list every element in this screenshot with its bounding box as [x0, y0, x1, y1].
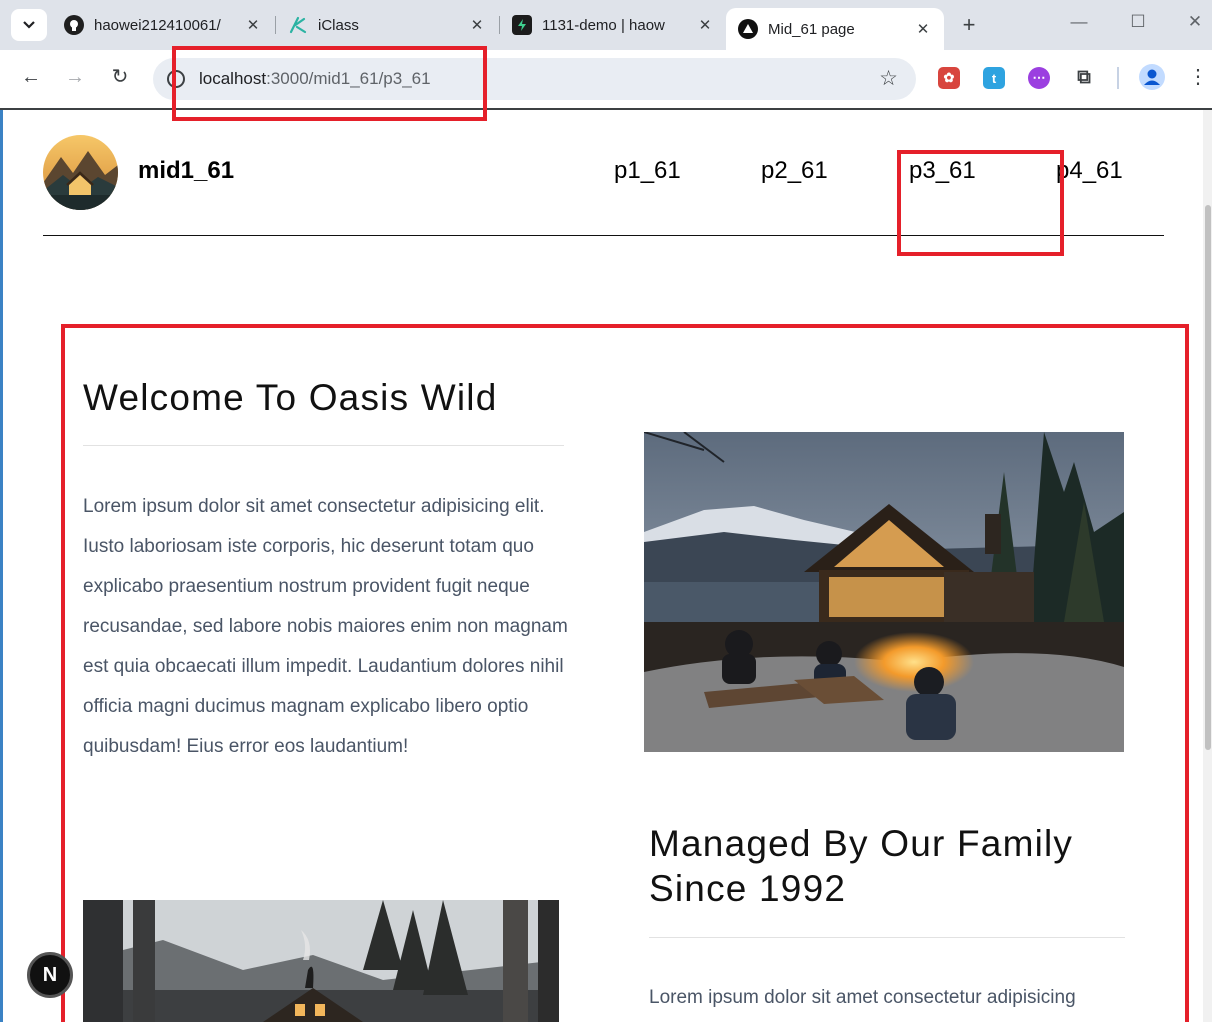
nav-link-p3[interactable]: p3_61: [909, 157, 976, 185]
tab-label: Mid_61 page: [768, 20, 855, 38]
tab-iclass[interactable]: iClass ✕: [276, 8, 498, 42]
forest-cabin-photo: [83, 900, 559, 1022]
heading-divider: [83, 445, 564, 446]
welcome-heading: Welcome To Oasis Wild: [83, 377, 498, 418]
close-icon[interactable]: ✕: [696, 16, 714, 34]
maximize-icon[interactable]: ☐: [1124, 12, 1152, 32]
chevron-down-icon: [23, 21, 35, 29]
tab-mid61-active[interactable]: Mid_61 page ✕: [726, 8, 944, 50]
cabin-campfire-image: [644, 432, 1124, 752]
window-close-icon[interactable]: ✕: [1181, 12, 1209, 32]
close-icon[interactable]: ✕: [468, 16, 486, 34]
chat-extension-icon[interactable]: ⋯: [1028, 67, 1050, 89]
t-extension-icon[interactable]: t: [983, 67, 1005, 89]
nextjs-dev-badge[interactable]: N: [27, 952, 73, 998]
supabase-icon: [512, 15, 532, 35]
address-bar[interactable]: localhost:3000/mid1_61/p3_61 ☆: [153, 58, 916, 100]
close-icon[interactable]: ✕: [914, 20, 932, 38]
site-logo[interactable]: [43, 135, 118, 210]
forest-cabin-image: [83, 900, 559, 1022]
reload-icon[interactable]: ↻: [105, 62, 135, 92]
mountain-cabin-logo-icon: [43, 135, 118, 210]
tab-label: iClass: [318, 16, 359, 34]
github-icon: [64, 15, 84, 35]
nav-link-p1[interactable]: p1_61: [614, 157, 681, 185]
managed-paragraph: Lorem ipsum dolor sit amet consectetur a…: [649, 987, 1076, 1008]
nextjs-triangle-icon: [738, 19, 758, 39]
back-arrow-icon[interactable]: ←: [16, 62, 46, 92]
scrollbar-thumb[interactable]: [1205, 205, 1211, 750]
tab-label: 1131-demo | haow: [542, 16, 665, 34]
managed-heading-line2: Since 1992: [649, 868, 847, 909]
nav-link-p4[interactable]: p4_61: [1056, 157, 1123, 185]
tab-github[interactable]: haowei212410061/ ✕: [52, 8, 274, 42]
new-tab-plus-icon[interactable]: +: [956, 12, 982, 38]
page-viewport: mid1_61 p1_61 p2_61 p3_61 p4_61 Welcome …: [3, 110, 1203, 1022]
tab-label: haowei212410061/: [94, 16, 221, 34]
site-brand[interactable]: mid1_61: [138, 157, 234, 185]
managed-heading-line1: Managed By Our Family: [649, 823, 1074, 864]
bookmark-star-icon[interactable]: ☆: [879, 66, 898, 91]
welcome-paragraph: Lorem ipsum dolor sit amet consectetur a…: [83, 496, 568, 757]
toolbar-divider: [1117, 67, 1119, 89]
close-icon[interactable]: ✕: [244, 16, 262, 34]
minimize-icon[interactable]: —: [1065, 12, 1093, 32]
extensions-puzzle-icon[interactable]: ⧉: [1073, 67, 1095, 89]
tab-strip: haowei212410061/ ✕ iClass ✕ 1131-demo | …: [0, 0, 1212, 50]
nav-link-p2[interactable]: p2_61: [761, 157, 828, 185]
browser-menu-icon[interactable]: ⋮: [1188, 64, 1208, 89]
puzzle-extension-red-icon[interactable]: ✿: [938, 67, 960, 89]
iclass-icon: [288, 15, 308, 35]
address-url[interactable]: localhost:3000/mid1_61/p3_61: [199, 69, 431, 89]
profile-avatar-icon[interactable]: [1139, 64, 1165, 90]
forward-arrow-icon[interactable]: →: [60, 62, 90, 92]
tab-search-button[interactable]: [11, 9, 47, 41]
site-info-icon[interactable]: [167, 70, 185, 88]
cabin-campfire-photo: [644, 432, 1124, 752]
tab-supabase[interactable]: 1131-demo | haow ✕: [500, 8, 726, 42]
browser-toolbar: ← → ↻ localhost:3000/mid1_61/p3_61 ☆ ✿ t…: [0, 50, 1212, 108]
heading-divider: [649, 937, 1125, 938]
